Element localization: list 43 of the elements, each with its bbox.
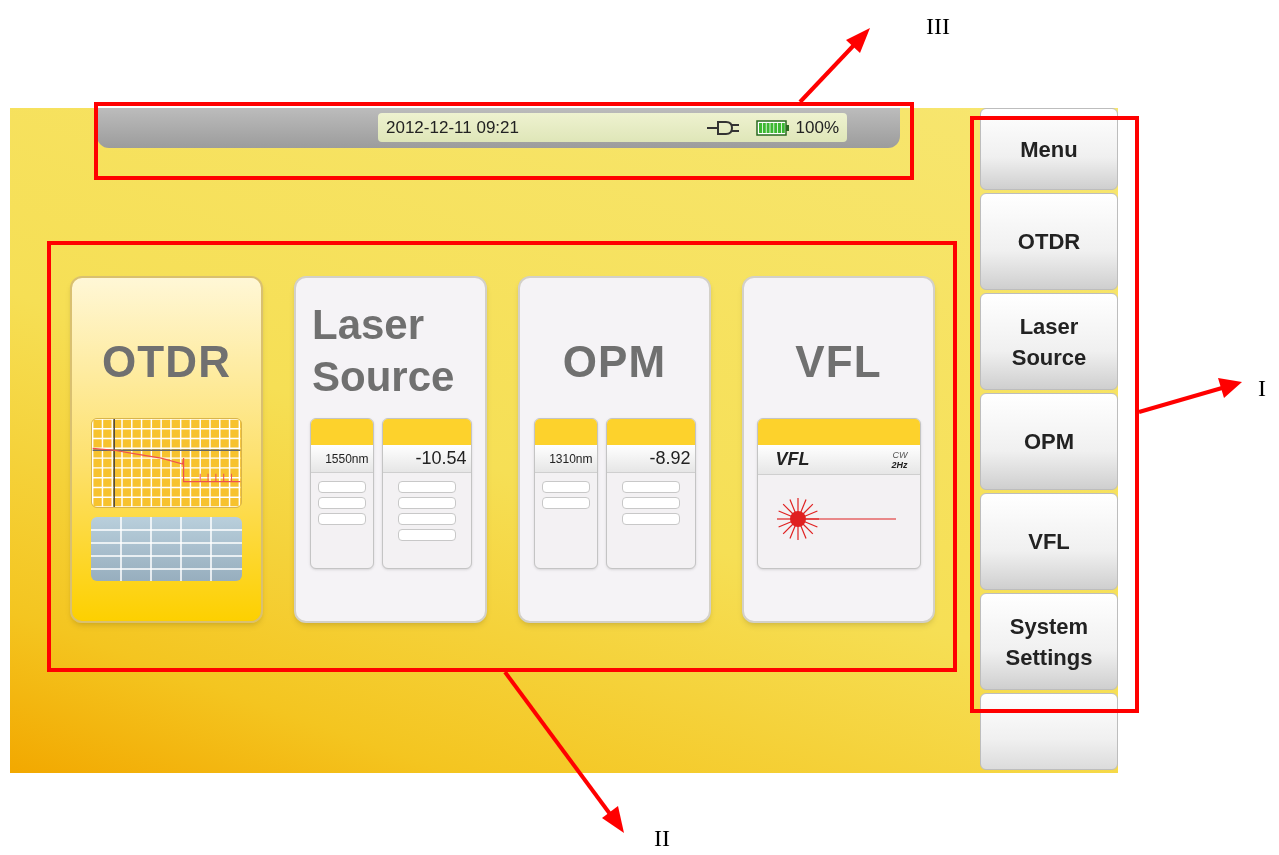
callout-label: III (926, 12, 950, 41)
date-time: 2012-12-11 09:21 (386, 116, 519, 139)
frequency-label: 2Hz (891, 459, 908, 470)
blank-row (317, 497, 366, 509)
module-title: Laser Source (312, 300, 456, 402)
module-card[interactable]: VFL VFL CW 2Hz (742, 276, 935, 623)
battery-percent: 100% (795, 116, 839, 139)
vfl-label: VFL (775, 448, 810, 471)
sidebar-button[interactable]: Laser Source (980, 293, 1118, 390)
module-card[interactable]: OPM 1310nm -8.92 (518, 276, 711, 623)
blank-row (621, 513, 680, 525)
blank-row (541, 481, 590, 493)
sidebar-button[interactable]: Menu (980, 108, 1118, 190)
blank-row (541, 497, 590, 509)
module-title: VFL (795, 336, 882, 388)
blank-row (397, 481, 456, 493)
blank-row (397, 497, 456, 509)
callout-label: I (1258, 374, 1266, 403)
blank-row (317, 481, 366, 493)
blank-row (397, 529, 456, 541)
module-card[interactable]: Laser Source 1550nm -10.54 (294, 276, 487, 623)
wavelength-value: 1310nm (534, 445, 597, 473)
power-plug-icon (705, 118, 740, 137)
laser-beam-icon (775, 497, 898, 541)
mode-label: CW (892, 449, 908, 460)
module-card[interactable]: OTDR (70, 276, 263, 623)
module-title: OPM (562, 336, 667, 388)
power-value: -10.54 (382, 445, 471, 473)
sidebar-button[interactable]: System Settings (980, 593, 1118, 690)
battery-icon (755, 118, 790, 137)
sidebar-button[interactable]: OTDR (980, 193, 1118, 290)
blank-row (397, 513, 456, 525)
callout-label: II (654, 824, 670, 853)
panel-header-bar (534, 419, 597, 445)
sidebar-button[interactable]: VFL (980, 493, 1118, 590)
power-value: -8.92 (606, 445, 695, 473)
module-title: OTDR (101, 336, 232, 388)
blank-row (317, 513, 366, 525)
panel-header-bar (310, 419, 373, 445)
blank-row (621, 481, 680, 493)
wavelength-value: 1550nm (310, 445, 373, 473)
sidebar-button[interactable]: OPM (980, 393, 1118, 490)
blank-row (621, 497, 680, 509)
